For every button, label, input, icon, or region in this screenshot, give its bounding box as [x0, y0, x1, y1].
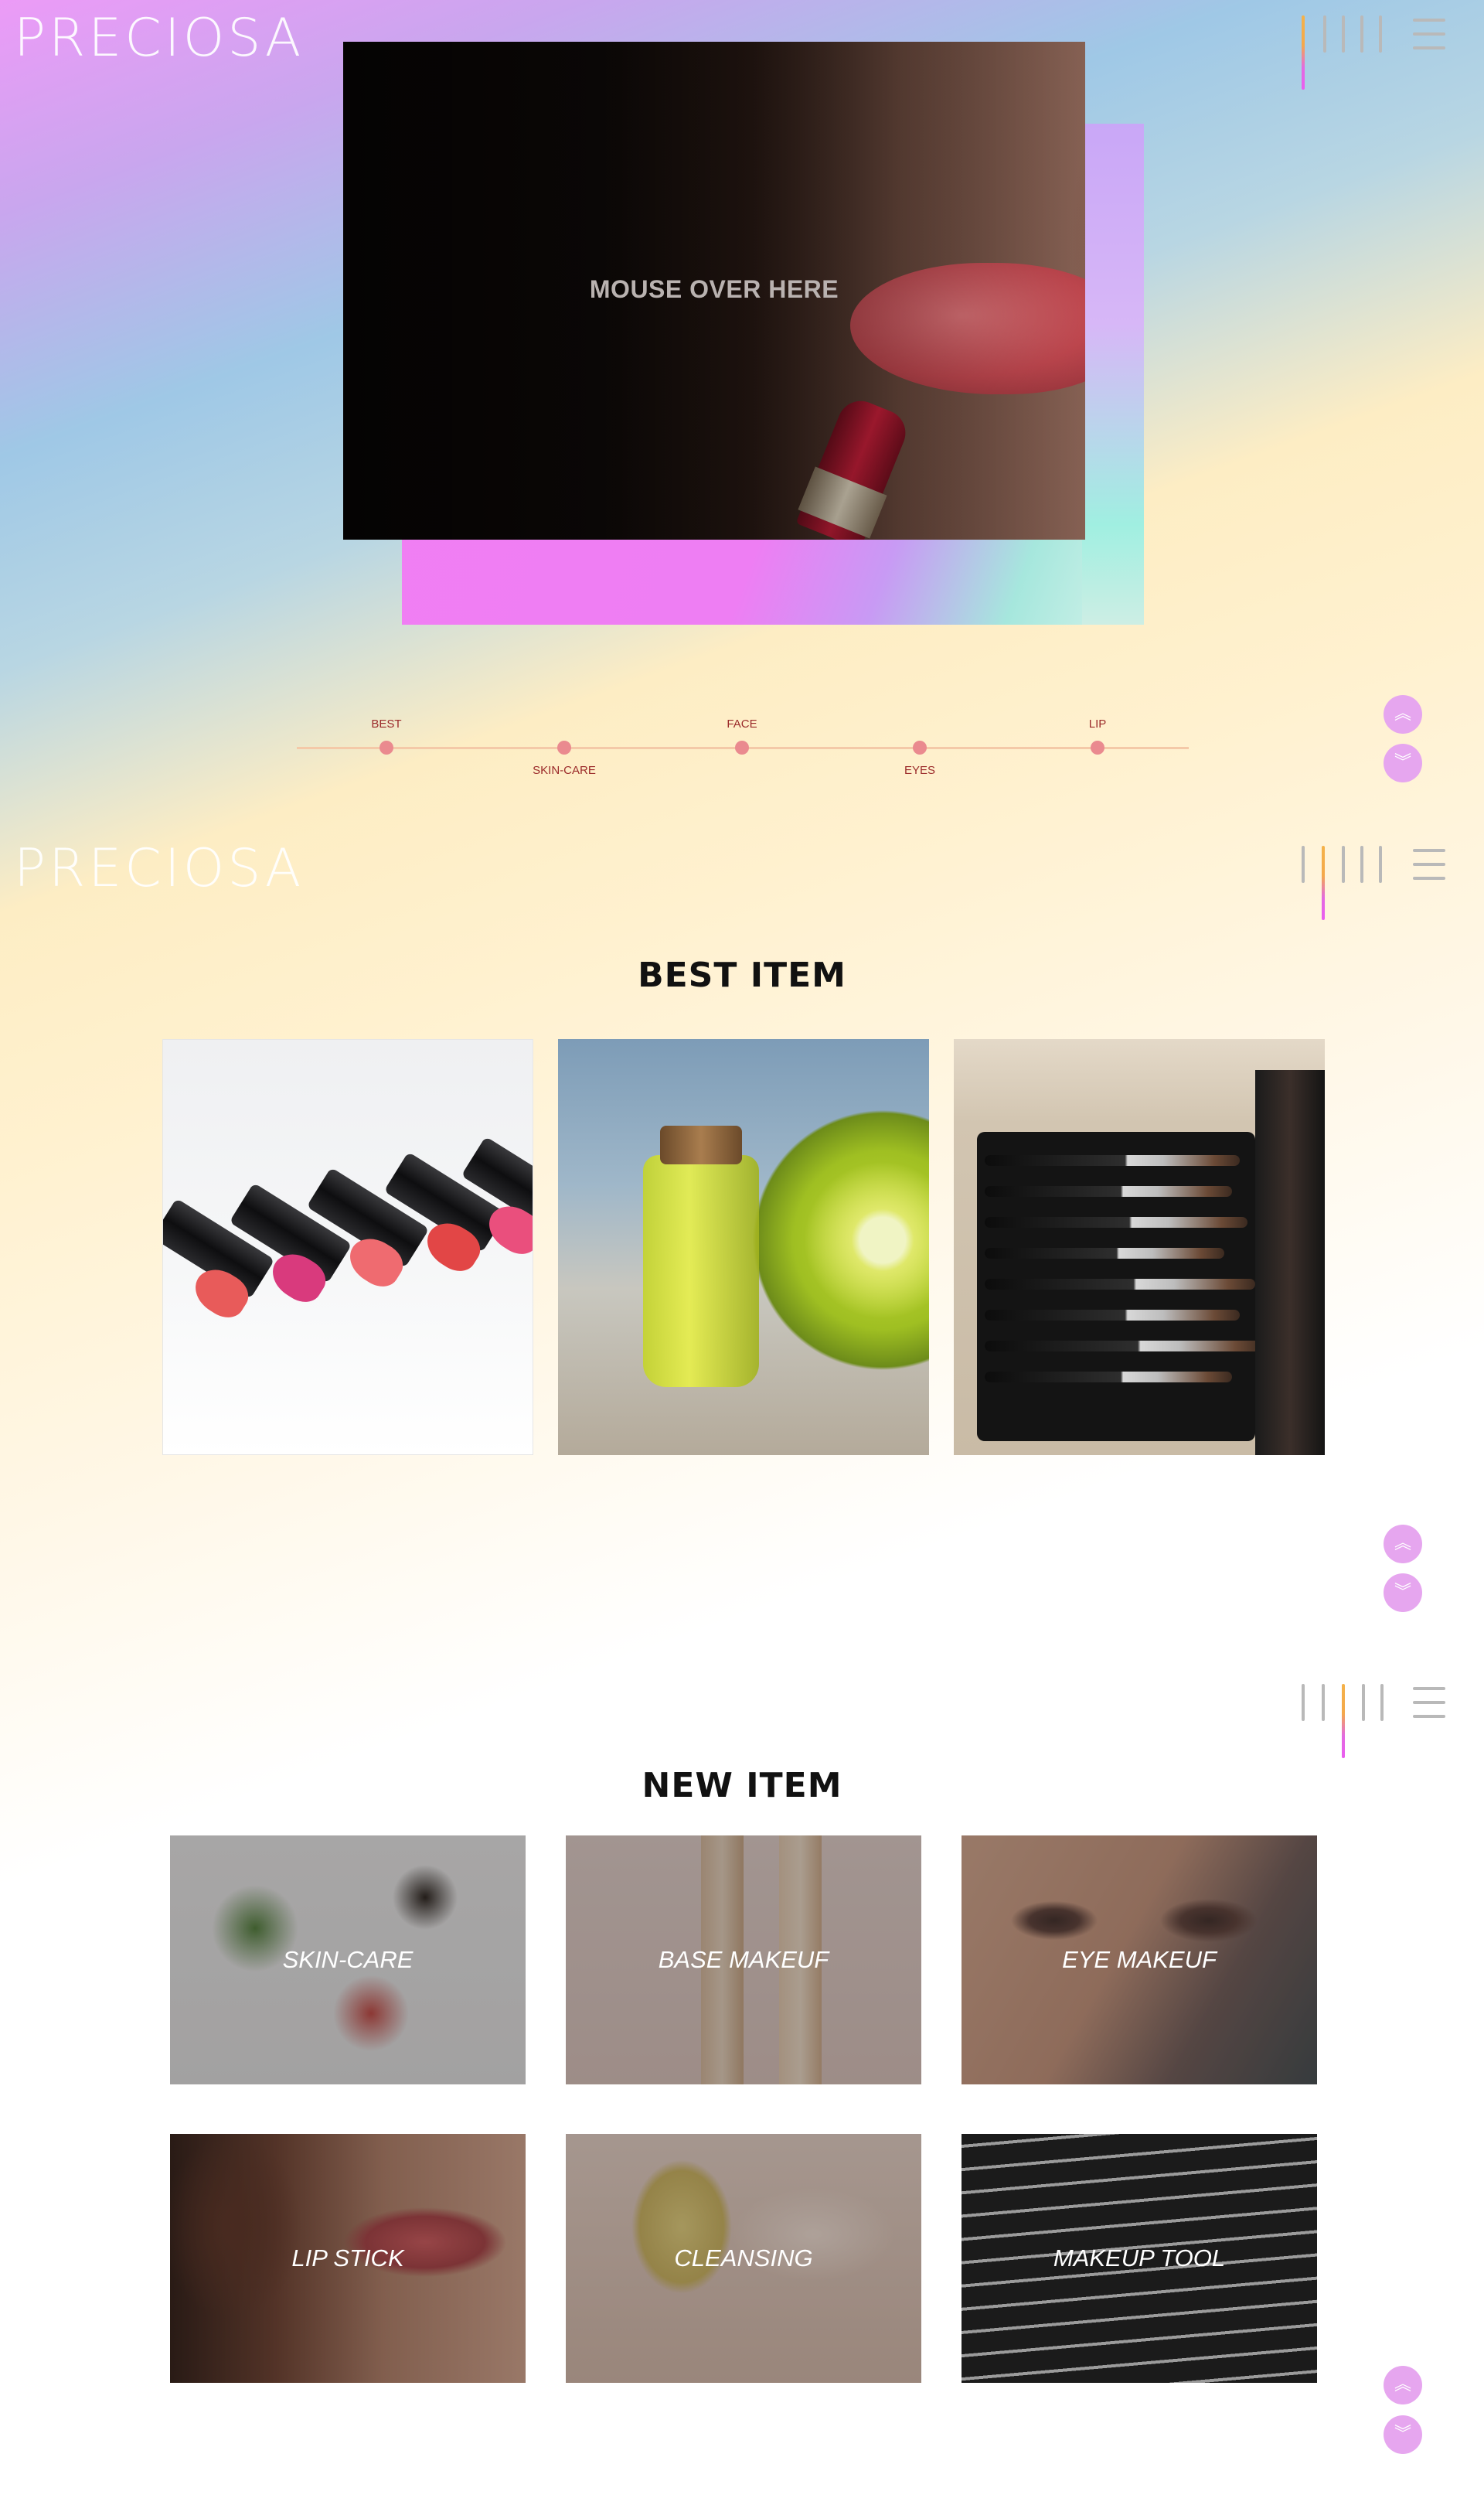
timeline-label-face[interactable]: FACE — [665, 717, 819, 731]
new-item-label: SKIN-CARE — [282, 1946, 414, 1973]
hamburger-icon[interactable] — [1413, 19, 1445, 49]
timeline-dot-skin-care[interactable] — [557, 741, 571, 755]
best-item-card-brushes[interactable] — [954, 1039, 1325, 1455]
timeline-dot-eyes[interactable] — [913, 741, 927, 755]
new-item-card-eye-makeup[interactable]: EYE MAKEUF — [962, 1835, 1317, 2084]
new-item-title: NEW ITEM — [642, 1766, 842, 1805]
section-nav — [1302, 15, 1445, 101]
new-item-label: MAKEUP TOOL — [1053, 2244, 1226, 2272]
new-item-card-cleansing[interactable]: CLEANSING — [566, 2134, 921, 2383]
section-nav-bar-2[interactable] — [1322, 846, 1325, 920]
chevrons-down-icon[interactable]: ︾ — [1384, 2415, 1422, 2454]
section-nav-bar-1[interactable] — [1302, 1684, 1305, 1721]
hamburger-icon[interactable] — [1413, 1687, 1445, 1718]
section-nav — [1302, 1684, 1445, 1769]
chevrons-up-icon[interactable]: ︽ — [1384, 2366, 1422, 2404]
section-nav-bar-4[interactable] — [1360, 15, 1363, 53]
new-item-card-base-makeup[interactable]: BASE MAKEUF — [566, 1835, 921, 2084]
section-nav-bar-4[interactable] — [1362, 1684, 1365, 1721]
section-nav-bar-5[interactable] — [1379, 846, 1382, 883]
new-item-label: LIP STICK — [291, 2244, 404, 2272]
new-item-label: EYE MAKEUF — [1062, 1946, 1217, 1973]
section-nav-bar-5[interactable] — [1379, 15, 1382, 53]
section-nav-bar-2[interactable] — [1322, 1684, 1325, 1721]
section-nav-bar-3[interactable] — [1342, 846, 1345, 883]
best-item-title: BEST ITEM — [638, 956, 846, 995]
hamburger-icon[interactable] — [1413, 849, 1445, 880]
section-nav — [1302, 846, 1445, 931]
section-nav-bar-2[interactable] — [1323, 15, 1326, 53]
brand-logo[interactable]: PRECIOSA — [14, 843, 304, 895]
timeline-label-skin-care[interactable]: SKIN-CARE — [487, 764, 642, 777]
section-nav-bar-1[interactable] — [1302, 15, 1305, 90]
new-item-card-makeup-tool[interactable]: MAKEUP TOOL — [962, 2134, 1317, 2383]
section-nav-bar-3[interactable] — [1342, 15, 1345, 53]
chevrons-down-icon[interactable]: ︾ — [1384, 744, 1422, 782]
section-nav-bar-4[interactable] — [1360, 846, 1363, 883]
new-item-card-lip-stick[interactable]: LIP STICK — [170, 2134, 526, 2383]
section-nav-bar-5[interactable] — [1380, 1684, 1384, 1721]
best-item-card-lipsticks[interactable] — [162, 1039, 533, 1455]
section-nav-bar-3[interactable] — [1342, 1684, 1345, 1758]
hero-prompt: MOUSE OVER HERE — [589, 275, 839, 303]
chevrons-up-icon[interactable]: ︽ — [1384, 1525, 1422, 1563]
section-nav-bar-1[interactable] — [1302, 846, 1305, 883]
brand-logo[interactable]: PRECIOSA — [14, 12, 304, 65]
timeline-dot-face[interactable] — [735, 741, 749, 755]
chevrons-down-icon[interactable]: ︾ — [1384, 1573, 1422, 1612]
timeline-dot-lip[interactable] — [1091, 741, 1104, 755]
new-item-label: CLEANSING — [674, 2244, 813, 2272]
timeline-label-best[interactable]: BEST — [309, 717, 464, 731]
timeline-label-eyes[interactable]: EYES — [842, 764, 997, 777]
timeline-dot-best[interactable] — [380, 741, 393, 755]
best-item-card-kiwi-oil[interactable] — [558, 1039, 929, 1455]
new-item-card-skin-care[interactable]: SKIN-CARE — [170, 1835, 526, 2084]
timeline-label-lip[interactable]: LIP — [1020, 717, 1175, 731]
new-item-label: BASE MAKEUF — [658, 1946, 829, 1973]
chevrons-up-icon[interactable]: ︽ — [1384, 695, 1422, 734]
